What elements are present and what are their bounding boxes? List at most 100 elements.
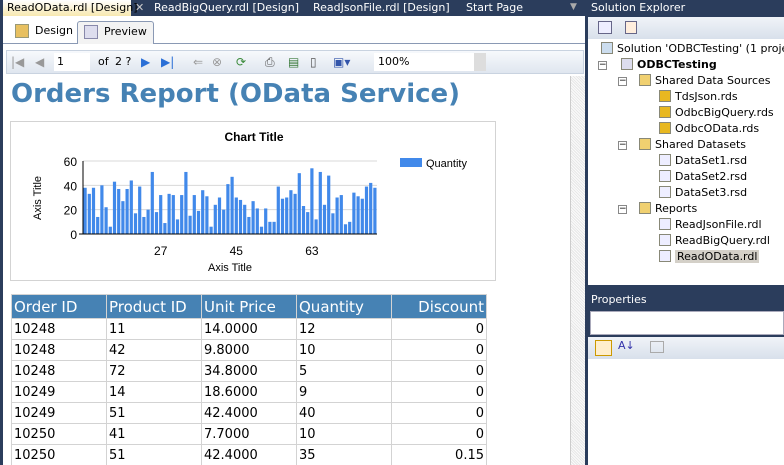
table-cell: 10249 <box>11 381 107 403</box>
column-header: Order ID <box>11 294 107 319</box>
bar <box>167 193 171 234</box>
bar <box>272 221 276 234</box>
collapse-toggle[interactable]: − <box>618 141 627 150</box>
table-cell: 12 <box>296 318 392 340</box>
table-row: 10248 42 9.8000 10 0 <box>11 339 487 361</box>
folder-node-label: Reports <box>655 202 698 215</box>
tab-readjsonfile[interactable]: ReadJsonFile.rdl [Design] <box>313 0 450 16</box>
page-number-input[interactable]: 1 <box>54 53 90 71</box>
table-cell: 11 <box>106 318 202 340</box>
next-page-icon[interactable]: ▶ <box>141 55 150 69</box>
folder-node-label: Shared Datasets <box>655 138 747 151</box>
table-cell: 0 <box>391 339 487 361</box>
last-page-icon[interactable]: ▶| <box>161 55 174 69</box>
tab-start-page[interactable]: Start Page <box>466 0 523 16</box>
y-tick-label: 40 <box>64 179 78 193</box>
print-layout-icon[interactable]: ▤ <box>288 55 299 69</box>
table-cell: 9.8000 <box>201 339 297 361</box>
refresh-icon[interactable]: ⟳ <box>236 55 246 69</box>
chart-title: Chart Title <box>224 130 283 144</box>
solution-node[interactable]: Solution 'ODBCTesting' (1 project) <box>601 41 784 56</box>
bar <box>175 219 180 234</box>
bar <box>373 187 377 234</box>
collapse-toggle[interactable]: − <box>618 77 627 86</box>
categorized-icon[interactable] <box>595 340 612 356</box>
table-cell: 0 <box>391 318 487 340</box>
table-cell: 10 <box>296 339 392 361</box>
table-cell: 51 <box>106 402 202 424</box>
bar <box>192 195 196 234</box>
file-node[interactable]: DataSet2.rsd <box>659 169 747 184</box>
file-node-label: ReadBigQuery.rdl <box>675 234 770 247</box>
properties-object-select[interactable] <box>590 311 784 335</box>
dataset-icon <box>659 154 671 166</box>
database-icon <box>659 90 671 102</box>
file-node[interactable]: DataSet3.rsd <box>659 185 747 200</box>
column-header: Product ID <box>106 294 202 319</box>
file-node[interactable]: OdbcBigQuery.rds <box>659 105 774 120</box>
show-all-files-icon[interactable] <box>625 21 637 34</box>
file-node-label: DataSet3.rsd <box>675 186 748 199</box>
folder-node[interactable]: Reports <box>639 201 697 216</box>
file-node[interactable]: ReadOData.rdl <box>659 249 760 264</box>
bar <box>331 213 335 234</box>
bar <box>91 187 96 234</box>
zoom-select[interactable]: 100% <box>374 53 486 71</box>
bar <box>364 186 369 234</box>
properties-icon[interactable] <box>598 21 612 34</box>
first-page-icon[interactable]: |◀ <box>11 55 24 69</box>
file-node[interactable]: OdbcOData.rds <box>659 121 759 136</box>
tab-preview[interactable]: Preview <box>77 21 154 44</box>
mode-tabs: Design Preview <box>3 16 585 44</box>
export-icon[interactable]: ▣▾ <box>333 55 350 69</box>
close-tab-icon[interactable]: ✕ <box>135 0 144 16</box>
bar <box>133 213 138 234</box>
alphabetical-icon[interactable]: A↓ <box>618 339 635 352</box>
bar <box>184 171 188 234</box>
column-header: Unit Price <box>201 294 297 319</box>
bar <box>339 195 343 234</box>
tab-readodata[interactable]: ReadOData.rdl [Design] <box>3 0 138 16</box>
table-cell: 18.6000 <box>201 381 297 403</box>
previous-page-icon[interactable]: ◀ <box>35 55 44 69</box>
file-node[interactable]: ReadJsonFile.rdl <box>659 217 762 232</box>
column-header: Quantity <box>296 294 392 319</box>
report-file-icon <box>659 250 671 262</box>
database-icon <box>659 122 671 134</box>
of-label: of <box>98 55 109 68</box>
folder-node[interactable]: Shared Data Sources <box>639 73 771 88</box>
folder-node[interactable]: Shared Datasets <box>639 137 746 152</box>
print-icon[interactable]: ⎙ <box>265 55 275 70</box>
bar <box>154 212 159 234</box>
project-icon <box>621 58 633 70</box>
file-node[interactable]: DataSet1.rsd <box>659 153 747 168</box>
table-cell: 14 <box>106 381 202 403</box>
bar <box>343 224 348 234</box>
bar <box>318 171 322 234</box>
collapse-toggle[interactable]: − <box>598 61 607 70</box>
file-node[interactable]: TdsJson.rds <box>659 89 738 104</box>
property-pages-icon[interactable] <box>650 341 664 353</box>
project-node[interactable]: ODBCTesting <box>621 57 717 72</box>
preview-icon <box>84 25 98 39</box>
file-node-label: DataSet1.rsd <box>675 154 748 167</box>
bar <box>297 173 301 234</box>
tab-list-dropdown-icon[interactable]: ▼ <box>570 0 577 16</box>
tab-readbigquery[interactable]: ReadBigQuery.rdl [Design] <box>154 0 299 16</box>
solution-explorer: Solution Explorer Solution 'ODBCTesting'… <box>588 0 784 285</box>
back-icon[interactable]: ⇐ <box>193 55 203 69</box>
table-row: 10248 11 14.0000 12 0 <box>11 318 487 340</box>
vertical-scrollbar[interactable] <box>570 76 585 465</box>
tab-design[interactable]: Design <box>9 21 79 44</box>
table-row: 10248 72 34.8000 5 0 <box>11 360 487 382</box>
table-cell: 34.8000 <box>201 360 297 382</box>
dataset-icon <box>659 186 671 198</box>
collapse-toggle[interactable]: − <box>618 205 627 214</box>
bar <box>356 196 360 234</box>
page-setup-icon[interactable]: ▯ <box>310 55 317 69</box>
stop-icon[interactable]: ⊗ <box>212 55 222 69</box>
bar <box>146 209 150 234</box>
properties-title: Properties <box>588 292 784 309</box>
file-node[interactable]: ReadBigQuery.rdl <box>659 233 770 248</box>
report-title: Orders Report (OData Service) <box>11 79 461 109</box>
